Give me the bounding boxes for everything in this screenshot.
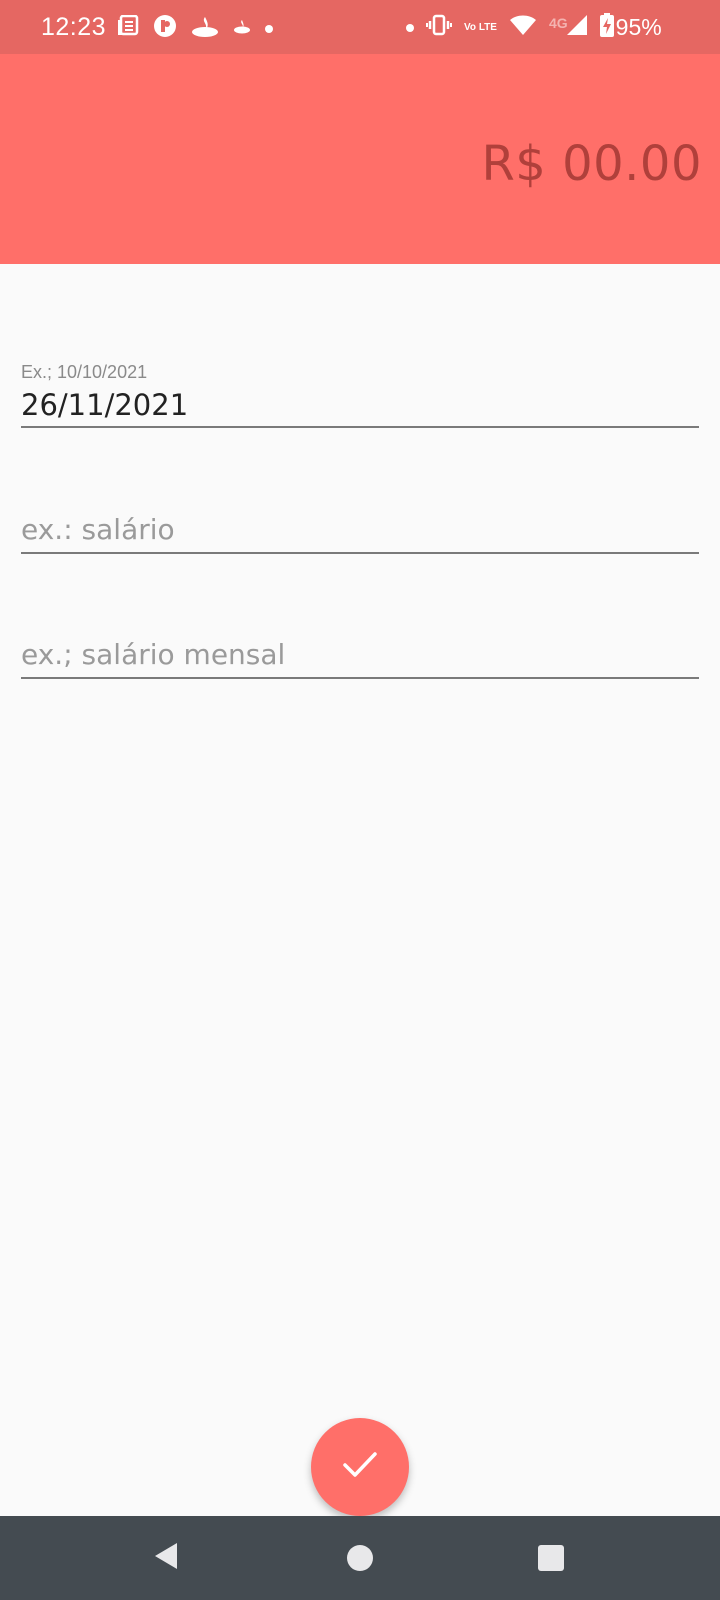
date-field-label: Ex.; 10/10/2021 [21,362,148,382]
volte-icon: Vo LTE [464,21,497,33]
dot-icon [265,24,273,33]
dot-icon [406,23,414,32]
amount-display: R$ 00.00 [481,136,702,192]
description-input[interactable] [21,513,699,552]
battery-level: 95% [615,14,662,40]
battery-charging-icon [599,13,614,42]
signal-icon [566,14,588,41]
santander-icon [191,15,219,42]
home-circle-icon[interactable] [347,1545,373,1571]
back-triangle-icon[interactable] [153,1541,179,1576]
app-r-icon [153,14,177,43]
detail-input[interactable] [21,638,699,677]
date-field-value: 26/11/2021 [21,388,189,422]
wifi-icon [509,14,537,41]
vibrate-icon [426,14,452,41]
recent-square-icon[interactable] [538,1545,564,1571]
date-field[interactable]: 26/11/2021 [21,388,699,428]
status-bar: 12:23 Vo LTE 4G 95% [0,0,720,54]
status-time: 12:23 [41,13,107,41]
check-icon [342,1451,378,1484]
status-notification-icons [117,14,273,43]
santander-small-icon [233,18,251,39]
news-icon [117,14,139,42]
confirm-button[interactable] [311,1418,409,1516]
status-system-icons: Vo LTE 4G 95% [406,13,662,42]
detail-field[interactable] [21,638,699,679]
description-field[interactable] [21,513,699,554]
